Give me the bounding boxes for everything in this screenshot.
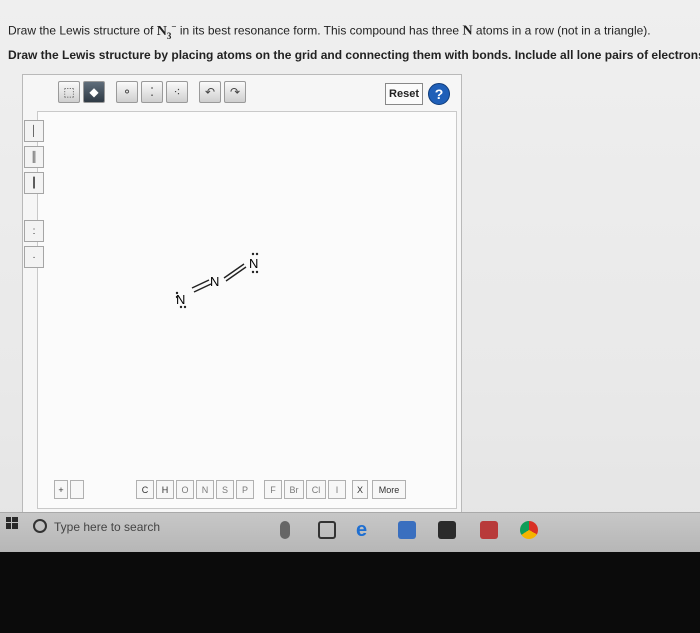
formula: N3− xyxy=(156,21,177,41)
triple-bond-icon[interactable]: ┃ xyxy=(24,172,44,194)
element-p[interactable]: P xyxy=(236,480,254,499)
bond-order-button[interactable] xyxy=(70,480,84,499)
add-electron-icon[interactable]: ⁚ xyxy=(141,81,163,103)
chrome-icon[interactable] xyxy=(520,521,538,539)
add-charge-icon[interactable]: ⚬ xyxy=(116,81,138,103)
atom-symbol: N xyxy=(462,23,473,39)
windows-logo-icon[interactable] xyxy=(6,517,18,529)
element-f[interactable]: F xyxy=(264,480,282,499)
single-bond-icon[interactable]: │ xyxy=(24,120,44,142)
atom-n-center: N xyxy=(210,274,219,289)
redo-icon[interactable]: ↷ xyxy=(224,81,246,103)
question-line-1: Draw the Lewis structure of N3− in its b… xyxy=(8,21,651,40)
monitor-bezel xyxy=(0,552,700,633)
remove-electron-icon[interactable]: ⁖ xyxy=(166,81,188,103)
select-tool-icon[interactable]: ⬚ xyxy=(58,81,80,103)
azide-molecule[interactable]: N N N xyxy=(172,240,272,320)
question-line-2: Draw the Lewis structure by placing atom… xyxy=(8,48,700,62)
editor-toolbar: ⬚ ◆ ⚬ ⁚ ⁖ ↶ ↷ xyxy=(58,81,246,105)
atom-n-left: N xyxy=(176,292,185,307)
double-bond-icon[interactable]: ║ xyxy=(24,146,44,168)
element-x[interactable]: X xyxy=(352,480,368,499)
eraser-tool-icon[interactable]: ◆ xyxy=(83,81,105,103)
radical-icon[interactable]: · xyxy=(24,246,44,268)
question-suffix: atoms in a row (not in a triangle). xyxy=(472,23,651,38)
microphone-icon[interactable] xyxy=(280,521,290,539)
element-cl[interactable]: Cl xyxy=(306,480,326,499)
element-br[interactable]: Br xyxy=(284,480,304,499)
reset-button[interactable]: Reset xyxy=(385,83,423,105)
more-elements-button[interactable]: More xyxy=(372,480,406,499)
undo-icon[interactable]: ↶ xyxy=(199,81,221,103)
task-view-icon[interactable] xyxy=(318,521,336,539)
store-icon[interactable] xyxy=(438,521,456,539)
cortana-circle-icon[interactable] xyxy=(33,519,47,533)
file-explorer-icon[interactable] xyxy=(398,521,416,539)
element-i[interactable]: I xyxy=(328,480,346,499)
element-o[interactable]: O xyxy=(176,480,194,499)
edge-icon[interactable]: e xyxy=(356,520,374,540)
element-s[interactable]: S xyxy=(216,480,234,499)
question-middle: in its best resonance form. This compoun… xyxy=(176,23,463,38)
taskbar-search[interactable]: Type here to search xyxy=(54,520,160,534)
add-atom-button[interactable]: + xyxy=(54,480,68,499)
element-n[interactable]: N xyxy=(196,480,214,499)
element-h[interactable]: H xyxy=(156,480,174,499)
help-button[interactable]: ? xyxy=(428,83,450,105)
app-icon[interactable] xyxy=(480,521,498,539)
lone-pair-icon[interactable]: : xyxy=(24,220,44,242)
atom-n-right: N xyxy=(249,256,258,271)
question-prefix: Draw the Lewis structure of xyxy=(8,23,157,38)
windows-taskbar: Type here to search e xyxy=(0,512,700,553)
element-c[interactable]: C xyxy=(136,480,154,499)
